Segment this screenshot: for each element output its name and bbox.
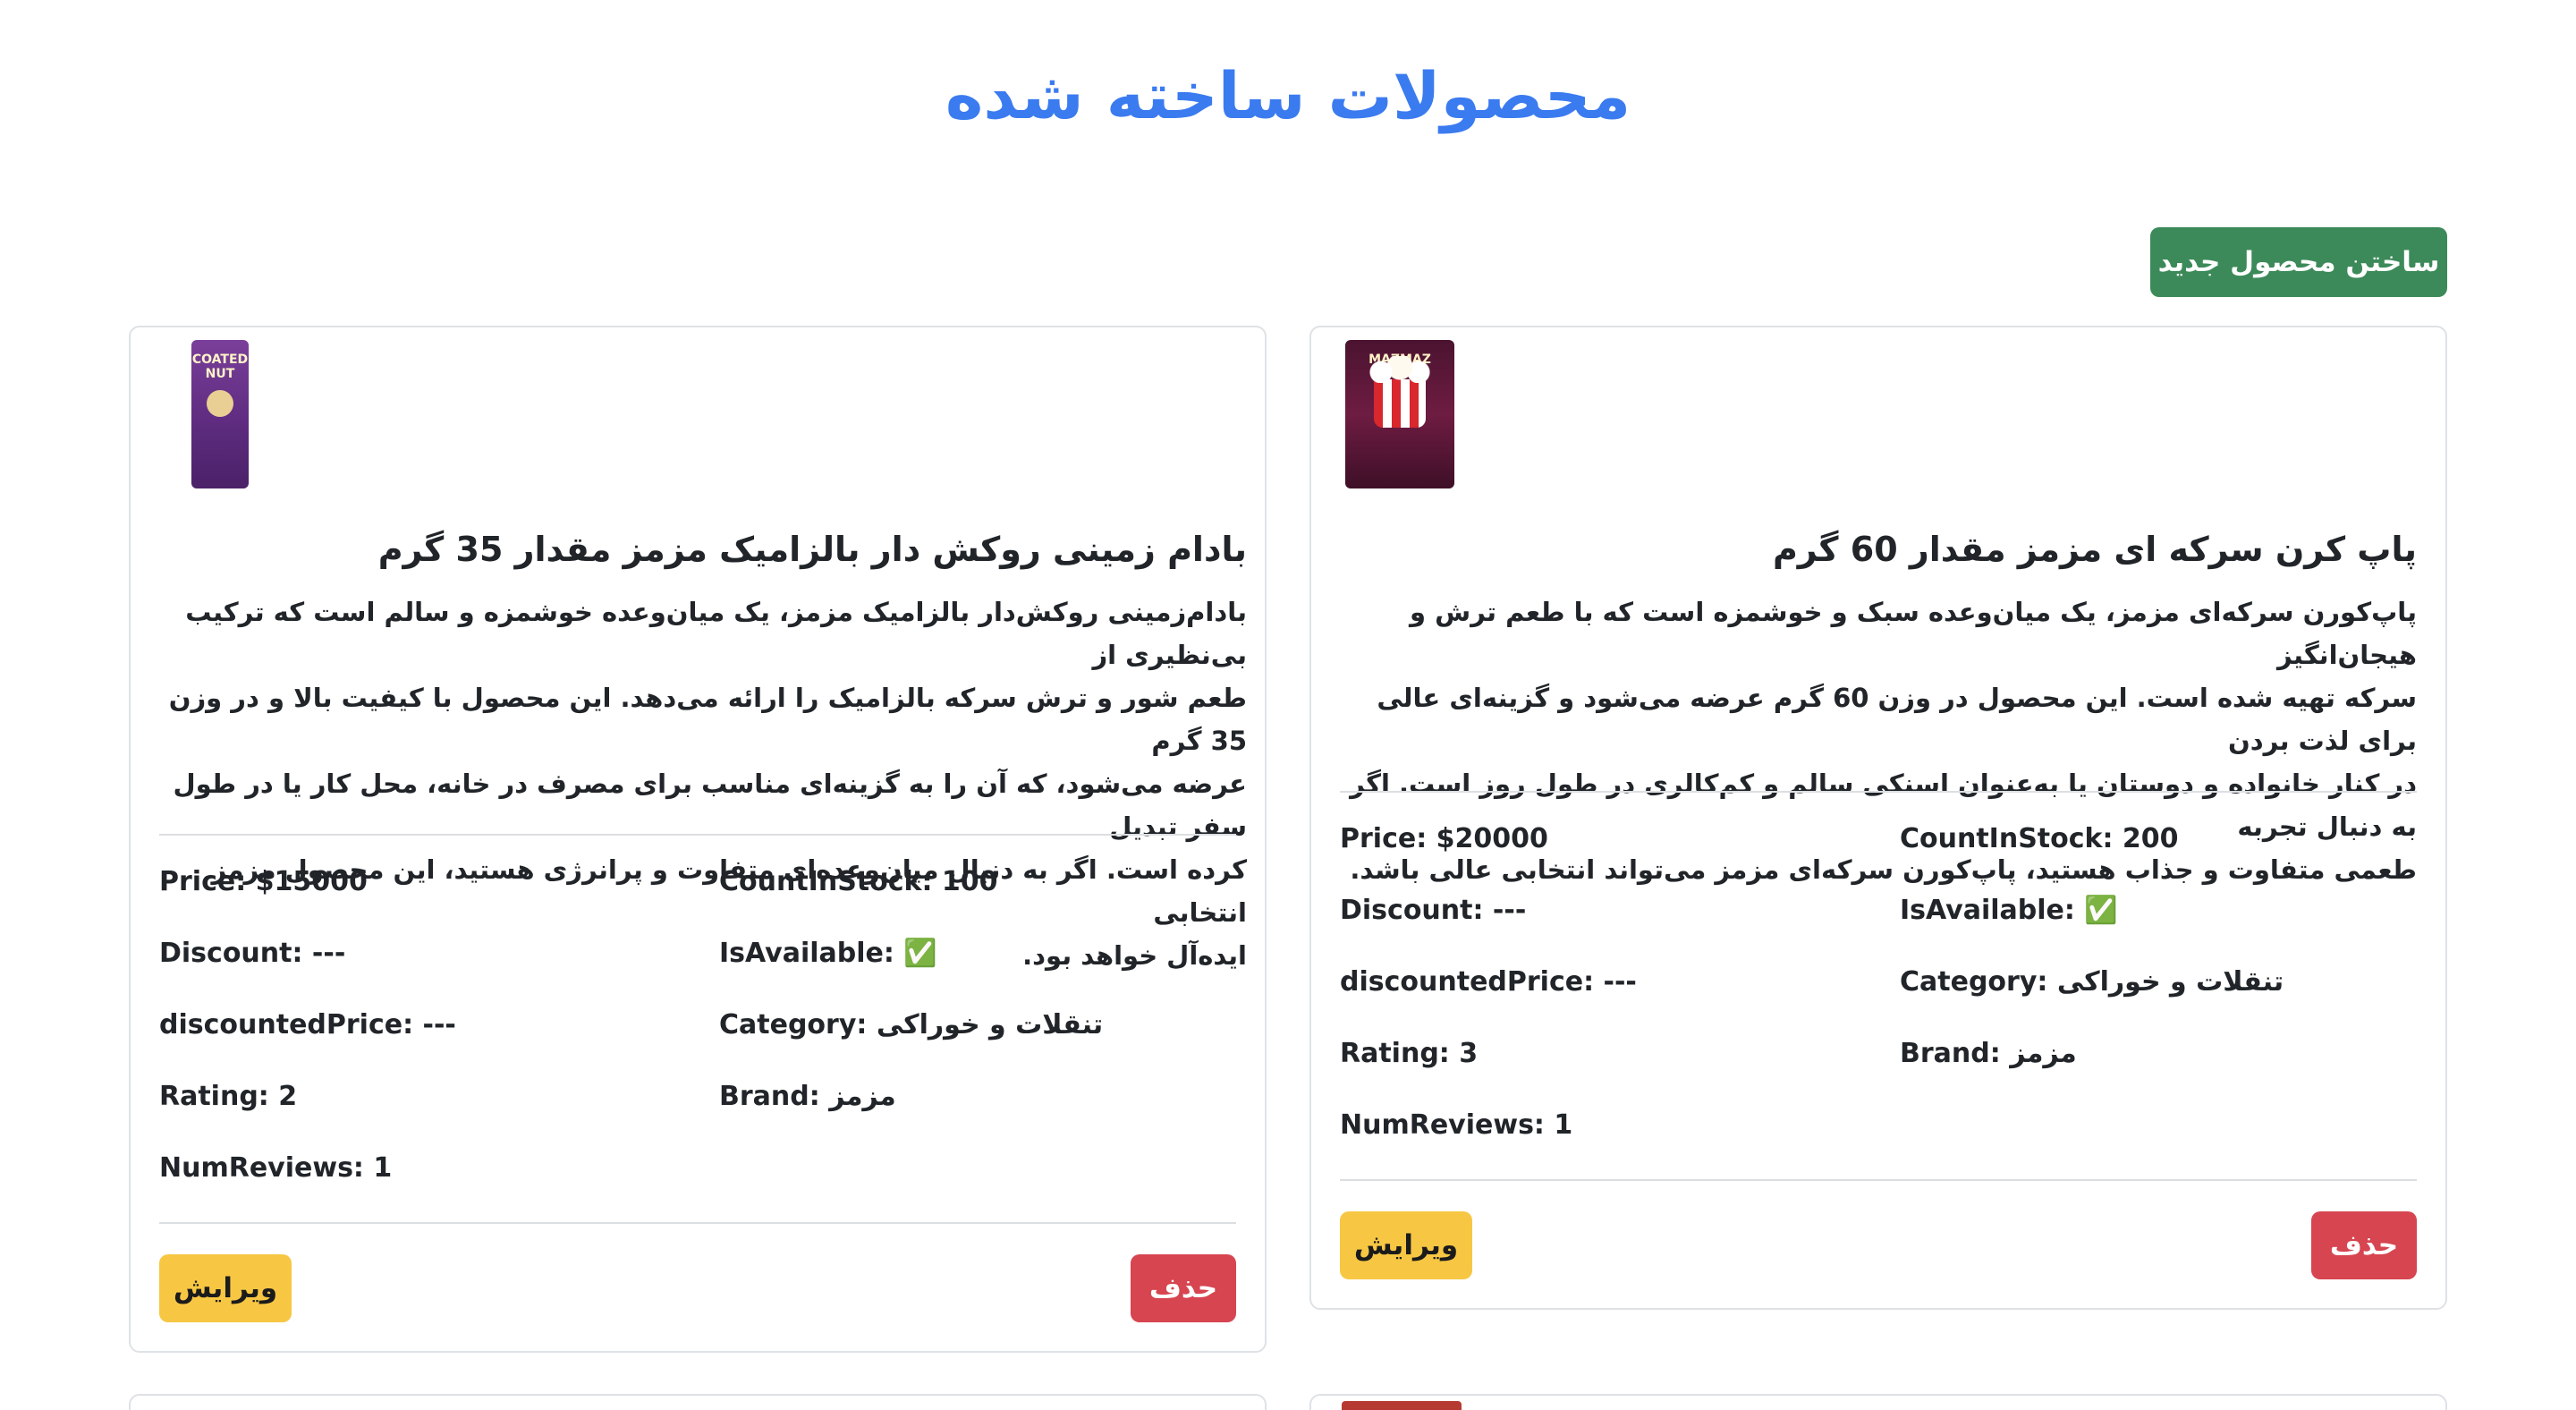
spec-num-reviews: NumReviews: 1 — [1340, 1109, 1573, 1141]
spec-discount: Discount: --- — [159, 938, 346, 969]
spec-rating: Rating: 3 — [1340, 1038, 1479, 1069]
spec-is-available: IsAvailable: ✅ — [1900, 895, 2118, 926]
spec-count-in-stock: CountInStock: 200 — [1900, 823, 2179, 854]
spec-discount: Discount: --- — [1340, 895, 1527, 926]
spec-discounted-price: discountedPrice: --- — [159, 1009, 456, 1041]
product-card — [129, 1394, 1267, 1410]
delete-button[interactable]: حذف — [1131, 1254, 1236, 1322]
spec-brand: Brand: مزمز — [719, 1081, 896, 1112]
spec-num-reviews: NumReviews: 1 — [159, 1152, 393, 1184]
product-card — [1309, 1394, 2447, 1410]
popcorn-bag-icon: MAZMAZ — [1345, 340, 1454, 488]
coated-peanut-bag-icon: COATED NUT — [191, 340, 249, 488]
create-product-button[interactable]: ساختن محصول جدید — [2150, 227, 2447, 297]
divider — [159, 1222, 1236, 1224]
products-page: محصولات ساخته شده ساختن محصول جدید COATE… — [0, 0, 2576, 1410]
spec-discounted-price: discountedPrice: --- — [1340, 966, 1637, 998]
product-description: بادام‌زمینی روکش‌دار بالزامیک مزمز، یک م… — [168, 597, 1247, 971]
spec-brand: Brand: مزمز — [1900, 1038, 2077, 1069]
product-title: بادام زمینی روکش دار بالزامیک مزمز مقدار… — [377, 530, 1247, 569]
divider — [1340, 791, 2417, 793]
edit-button[interactable]: ویرایش — [159, 1254, 292, 1322]
spec-count-in-stock: CountInStock: 100 — [719, 866, 998, 897]
divider — [1340, 1179, 2417, 1181]
spec-price: Price: $20000 — [1340, 823, 1548, 854]
page-title: محصولات ساخته شده — [945, 58, 1631, 133]
edit-button[interactable]: ویرایش — [1340, 1211, 1472, 1279]
spec-price: Price: $15000 — [159, 866, 368, 897]
spec-rating: Rating: 2 — [159, 1081, 298, 1112]
product-title: پاپ کرن سرکه ای مزمز مقدار 60 گرم — [1772, 530, 2417, 569]
spec-category: Category: تنقلات و خوراکی — [719, 1009, 1104, 1041]
spec-category: Category: تنقلات و خوراکی — [1900, 966, 2284, 998]
spec-is-available: IsAvailable: ✅ — [719, 938, 937, 969]
divider — [159, 834, 1236, 836]
product-image-icon — [1342, 1401, 1462, 1410]
delete-button[interactable]: حذف — [2311, 1211, 2417, 1279]
